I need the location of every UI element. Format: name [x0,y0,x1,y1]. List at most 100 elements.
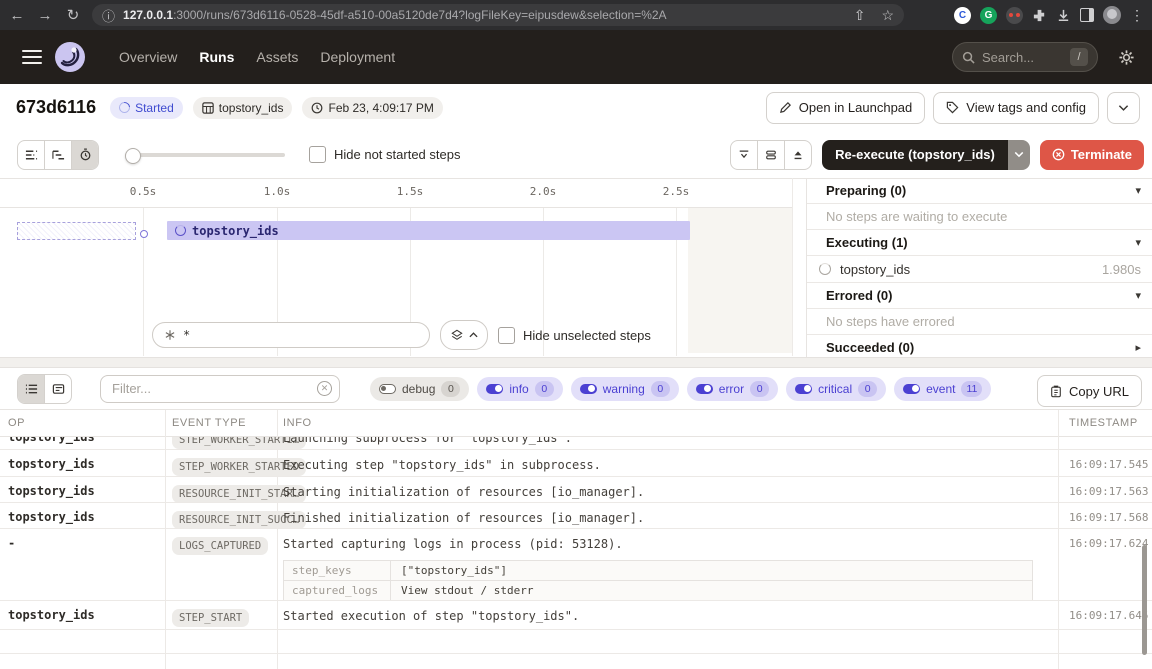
gantt-bar-label: topstory_ids [192,224,279,238]
status-section-header[interactable]: Preparing (0)▾ [807,178,1152,204]
reexecute-dropdown-button[interactable] [1008,140,1030,170]
nav-item-runs[interactable]: Runs [188,43,245,71]
level-toggle-info[interactable]: info0 [477,377,562,401]
hamburger-menu-icon[interactable] [22,46,42,68]
selection-options-button[interactable] [440,320,488,350]
cell-op: topstory_ids [8,484,95,498]
info-text: Launching subprocess for "topstory_ids". [283,437,1048,445]
metadata-link[interactable]: View stdout / stderr [391,581,543,600]
nav-item-deployment[interactable]: Deployment [309,43,406,71]
hide-unselected-control[interactable]: Hide unselected steps [498,327,651,344]
chevron-down-icon [1118,104,1129,112]
view-waterfall-button[interactable] [45,141,72,169]
gantt-time-axis: 0.5s1.0s1.5s2.0s2.5s [0,178,792,208]
status-section-header[interactable]: Executing (1) ▾ [807,230,1152,256]
level-toggle-event[interactable]: event11 [894,377,991,401]
reexecute-split-button[interactable]: Re-execute (topstory_ids) [822,140,1030,170]
table-row[interactable]: topstory_idsSTEP_WORKER_STARTEDExecuting… [0,450,1152,477]
chevron-down-icon[interactable]: ▾ [1135,289,1141,302]
nav-item-overview[interactable]: Overview [108,43,188,71]
col-timestamp: TIMESTAMP [1069,417,1138,429]
bookmark-star-icon[interactable]: ☆ [881,8,894,22]
log-filter-bar: ✕ debug0 info0 warning0 error0 critical0 even… [0,368,1152,410]
axis-tick: 0.5s [130,185,157,198]
reading-list-icon[interactable] [1080,8,1094,22]
step-name[interactable]: topstory_ids [840,262,910,277]
cell-info: Started capturing logs in process (pid: … [283,537,1048,601]
run-header: 673d6116 Started topstory_ids Feb 23, 4:… [0,84,1152,132]
hide-not-started-control[interactable]: Hide not started steps [309,146,460,163]
extension-g-icon[interactable]: G [980,7,997,24]
zoom-slider[interactable] [125,148,285,162]
log-scrollbar-thumb[interactable] [1142,545,1147,655]
extension-c-icon[interactable]: C [954,7,971,24]
info-text: Started execution of step "topstory_ids"… [283,609,1048,623]
browser-reload-icon[interactable]: ↻ [62,6,84,24]
level-toggle-critical[interactable]: critical0 [786,377,886,401]
search-input[interactable]: Search... / [952,42,1098,72]
table-row[interactable]: topstory_idsSTEP_WORKER_STARTI…Launching… [0,437,1152,450]
view-timed-button[interactable] [72,141,98,169]
collapse-down-button[interactable] [731,141,758,169]
extension-robot-icon[interactable] [1006,7,1023,24]
hide-not-started-checkbox[interactable] [309,146,326,163]
level-toggle-warning[interactable]: warning0 [571,377,679,401]
table-row[interactable]: -LOGS_CAPTUREDStarted capturing logs in … [0,529,1152,601]
browser-profile-avatar[interactable] [1103,6,1121,24]
panel-splitter[interactable] [0,357,1152,368]
clear-filter-icon[interactable]: ✕ [317,381,332,396]
nav-item-assets[interactable]: Assets [245,43,309,71]
more-actions-button[interactable] [1107,92,1140,124]
hide-unselected-label: Hide unselected steps [523,328,651,343]
status-section-header[interactable]: Succeeded (0)▸ [807,335,1152,357]
copy-url-button[interactable]: Copy URL [1037,375,1142,407]
site-info-icon[interactable]: ⓘ [102,6,115,25]
status-section-title: Executing (1) [826,235,908,250]
log-structured-view-button[interactable] [45,375,71,403]
run-time-chip: Feb 23, 4:09:17 PM [302,97,442,119]
toggle-switch-icon [903,384,920,394]
level-toggle-debug[interactable]: debug0 [370,377,469,401]
view-flat-button[interactable] [18,141,45,169]
browser-menu-icon[interactable]: ⋮ [1130,8,1144,22]
table-row[interactable]: topstory_idsRESOURCE_INIT_SUCC…Finished … [0,503,1152,529]
browser-forward-icon[interactable]: → [34,7,56,24]
browser-back-icon[interactable]: ← [6,7,28,24]
cell-timestamp: 16:09:17.545 [1069,458,1148,471]
open-in-launchpad-button[interactable]: Open in Launchpad [766,92,925,124]
col-info: INFO [283,417,312,429]
dagster-logo[interactable] [54,41,86,73]
toggle-switch-icon [795,384,812,394]
step-selection-input[interactable]: * [152,322,430,348]
status-section-header[interactable]: Errored (0) ▾ [807,283,1152,309]
share-icon[interactable]: ⇧ [854,8,866,22]
table-row[interactable]: topstory_idsRESOURCE_INIT_STAR…Starting … [0,477,1152,503]
terminate-button[interactable]: Terminate [1040,140,1144,170]
rows-button[interactable] [758,141,785,169]
downloads-icon[interactable] [1056,8,1071,23]
chevron-right-icon[interactable]: ▸ [1135,341,1141,354]
log-list-view-button[interactable] [18,375,45,403]
address-bar[interactable]: ⓘ 127.0.0.1 :3000/runs/673d6116-0528-45d… [92,4,904,26]
slider-knob[interactable] [125,148,141,164]
log-filter-field[interactable]: ✕ [100,375,340,403]
hide-unselected-checkbox[interactable] [498,327,515,344]
extensions-puzzle-icon[interactable] [1032,8,1047,23]
chevron-down-icon[interactable]: ▾ [1135,236,1141,249]
status-step-row[interactable]: topstory_ids1.980s [807,256,1152,283]
table-row[interactable]: topstory_idsSTEP_STARTStarted execution … [0,601,1152,630]
level-toggle-error[interactable]: error0 [687,377,778,401]
layers-icon [451,329,463,341]
cell-event-type: STEP_START [172,606,249,627]
axis-tick: 2.0s [530,185,557,198]
reexecute-button[interactable]: Re-execute (topstory_ids) [822,140,1008,170]
gantt-step-bar[interactable]: topstory_ids [167,221,690,240]
view-tags-config-button[interactable]: View tags and config [933,92,1099,124]
status-section-title: Errored (0) [826,288,892,303]
settings-gear-icon[interactable] [1118,49,1135,66]
collapse-up-button[interactable] [785,141,811,169]
job-chip[interactable]: topstory_ids [193,97,293,119]
terminate-x-icon [1052,148,1065,161]
chevron-down-icon[interactable]: ▾ [1135,184,1141,197]
log-filter-input[interactable] [100,375,340,403]
